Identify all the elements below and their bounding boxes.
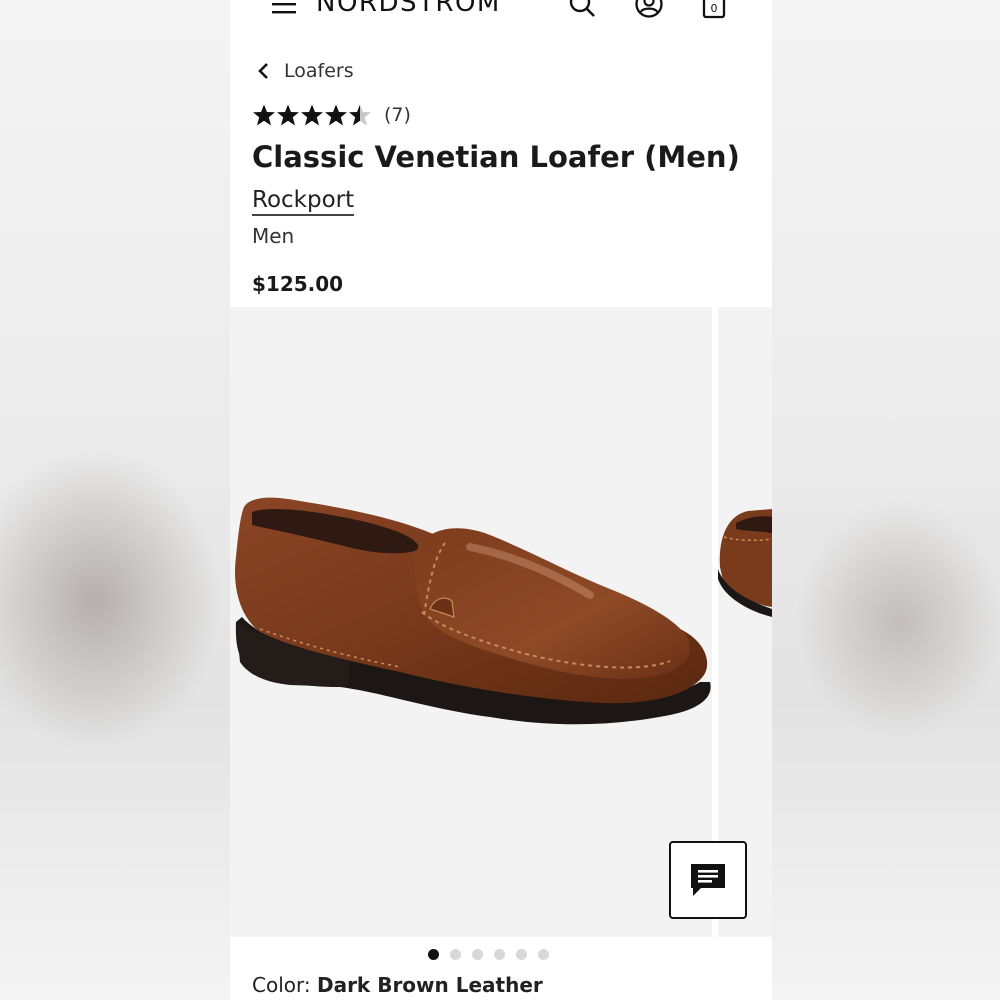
pagination-dot[interactable] bbox=[428, 949, 439, 960]
gallery-pagination bbox=[428, 949, 560, 960]
pagination-dot[interactable] bbox=[494, 949, 505, 960]
pagination-dot[interactable] bbox=[516, 949, 527, 960]
chat-icon bbox=[691, 864, 725, 896]
product-category: Men bbox=[252, 224, 295, 248]
review-count[interactable]: (7) bbox=[384, 104, 411, 126]
breadcrumb[interactable]: Loafers bbox=[256, 58, 354, 84]
nordstrom-logo[interactable]: NORDSTROM bbox=[316, 0, 501, 18]
product-price: $125.00 bbox=[252, 272, 344, 296]
product-rating[interactable]: (7) bbox=[252, 103, 411, 127]
phone-screen: NORDSTROM 0 Loafers (7) Classic Venetian… bbox=[230, 0, 772, 1000]
star-icon bbox=[301, 104, 323, 126]
bag-icon[interactable]: 0 bbox=[700, 0, 730, 22]
breadcrumb-label[interactable]: Loafers bbox=[284, 60, 354, 82]
product-image-main[interactable] bbox=[230, 307, 712, 937]
star-icon bbox=[325, 104, 347, 126]
star-icon bbox=[253, 104, 275, 126]
star-icon bbox=[349, 104, 371, 126]
loafer-image bbox=[235, 497, 711, 725]
chat-button[interactable] bbox=[669, 841, 747, 919]
color-label: Color: bbox=[252, 973, 311, 997]
star-icon bbox=[277, 104, 299, 126]
pagination-dot[interactable] bbox=[538, 949, 549, 960]
account-icon[interactable] bbox=[634, 0, 664, 22]
bag-count: 0 bbox=[711, 2, 718, 15]
search-icon[interactable] bbox=[568, 0, 598, 22]
top-nav-bar: NORDSTROM 0 bbox=[230, 0, 772, 30]
color-value: Dark Brown Leather bbox=[316, 973, 543, 997]
color-selection: Color: Dark Brown Leather bbox=[252, 973, 543, 997]
chevron-left-icon bbox=[258, 63, 268, 79]
product-title: Classic Venetian Loafer (Men) bbox=[252, 140, 740, 174]
pagination-dot[interactable] bbox=[450, 949, 461, 960]
brand-link[interactable]: Rockport bbox=[252, 186, 355, 216]
menu-icon[interactable] bbox=[272, 0, 298, 16]
pagination-dot[interactable] bbox=[472, 949, 483, 960]
loafer-image-peek bbox=[718, 509, 772, 617]
rating-stars bbox=[252, 103, 372, 127]
